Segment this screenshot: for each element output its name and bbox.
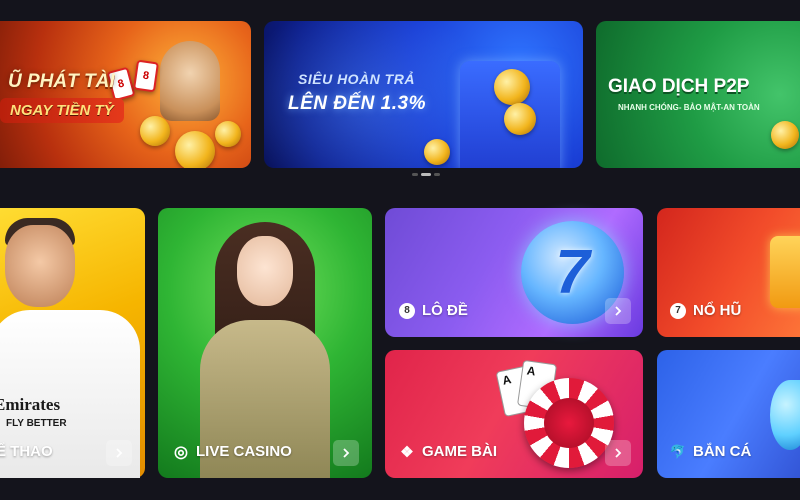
chevron-right-icon xyxy=(116,448,123,458)
promo-banner-cashback[interactable]: SIÊU HOÀN TRẢ LÊN ĐẾN 1.3% xyxy=(264,21,583,168)
promo-banner-jackpot[interactable]: 8 8 Ũ PHÁT TÀI NGAY TIỀN TỶ xyxy=(0,21,251,168)
chevron-right-icon xyxy=(615,448,622,458)
mascot-decoration xyxy=(160,41,220,121)
gold-coin-decoration xyxy=(215,121,241,147)
casino-chip-icon: ◎ xyxy=(174,443,188,461)
chevron-right-icon xyxy=(615,306,622,316)
category-label-jackpot: 7 NỔ HŨ xyxy=(670,302,741,319)
gold-coin-decoration xyxy=(504,103,536,135)
banner-headline: GIAO DỊCH P2P xyxy=(608,76,750,97)
gold-coin-decoration xyxy=(175,131,215,168)
gold-coin-decoration xyxy=(424,139,450,165)
carousel-dot[interactable] xyxy=(412,173,418,176)
player-illustration xyxy=(5,225,75,307)
shirt-sponsor-text: Emirates xyxy=(0,395,61,414)
banner-subheadline: NGAY TIỀN TỶ xyxy=(0,98,124,123)
banner-subheadline: LÊN ĐẾN 1.3% xyxy=(288,93,426,114)
chevron-right-icon xyxy=(343,448,350,458)
lottery-ball-icon: 8 xyxy=(399,302,415,319)
slot-seven-icon: 7 xyxy=(670,302,686,319)
category-label-sports: Ể THAO xyxy=(0,443,53,460)
category-label-lottery: 8 LÔ ĐỀ xyxy=(399,302,468,319)
banner-headline: SIÊU HOÀN TRẢ xyxy=(298,71,415,87)
bitcoin-coin-decoration xyxy=(771,121,799,149)
card-games-label-text: GAME BÀI xyxy=(422,443,497,460)
sports-label-text: Ể THAO xyxy=(0,443,53,460)
carousel-dot-active[interactable] xyxy=(421,173,431,176)
banner-subheadline: NHANH CHÓNG- BẢO MẬT-AN TOÀN xyxy=(618,103,760,112)
playing-card-decoration: 8 xyxy=(133,59,159,93)
shirt-sponsor-slogan: FLY BETTER xyxy=(6,418,67,429)
category-label-live-casino: ◎ LIVE CASINO xyxy=(173,443,292,461)
poker-chip-illustration xyxy=(544,398,594,448)
category-label-card-games: ❖ GAME BÀI xyxy=(399,443,497,461)
dealer-illustration xyxy=(237,236,293,306)
jackpot-illustration xyxy=(770,236,800,308)
gold-coin-decoration xyxy=(494,69,530,105)
lottery-arrow-button[interactable] xyxy=(605,298,631,324)
category-label-fishing: 🐬 BẮN CÁ xyxy=(670,443,751,460)
fishing-label-text: BẮN CÁ xyxy=(693,443,752,460)
live-casino-label-text: LIVE CASINO xyxy=(196,443,292,460)
carousel-indicator xyxy=(412,173,440,176)
live-casino-arrow-button[interactable] xyxy=(333,440,359,466)
card-games-arrow-button[interactable] xyxy=(605,440,631,466)
lottery-label-text: LÔ ĐỀ xyxy=(422,302,468,319)
gold-coin-decoration xyxy=(140,116,170,146)
banner-headline: Ũ PHÁT TÀI xyxy=(8,71,115,92)
sports-arrow-button[interactable] xyxy=(106,440,132,466)
card-suits-icon: ❖ xyxy=(400,443,414,461)
fish-icon: 🐬 xyxy=(669,443,687,459)
jackpot-label-text: NỔ HŨ xyxy=(693,302,742,319)
promo-banner-p2p[interactable]: GIAO DỊCH P2P NHANH CHÓNG- BẢO MẬT-AN TO… xyxy=(596,21,800,168)
carousel-dot[interactable] xyxy=(434,173,440,176)
